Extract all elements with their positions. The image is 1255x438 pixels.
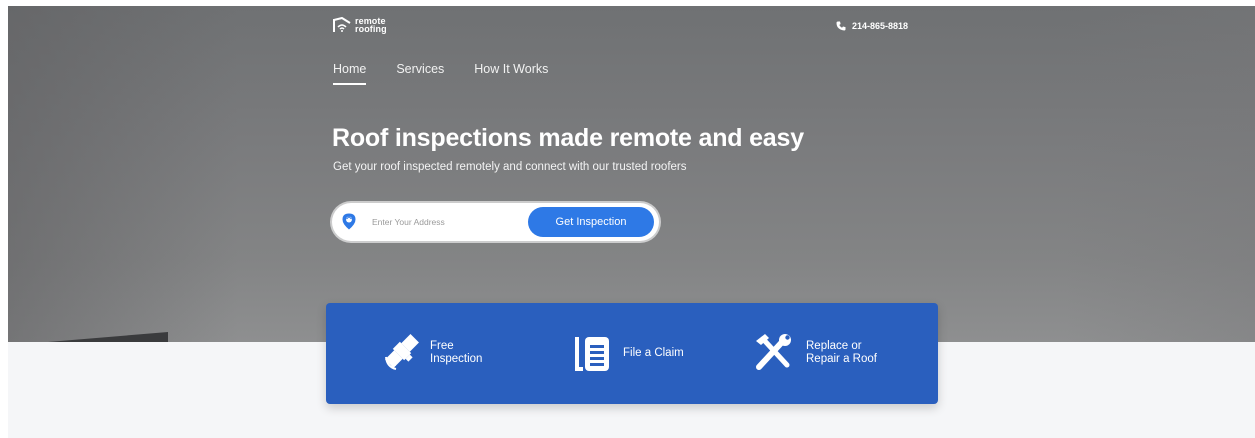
hero-shade-left xyxy=(8,6,238,342)
main-nav: Home Services How It Works xyxy=(333,62,548,85)
phone-number: 214-865-8818 xyxy=(852,21,909,31)
page-subtitle: Get your roof inspected remotely and con… xyxy=(333,161,687,173)
hero-shade-right xyxy=(1065,6,1255,342)
document-icon xyxy=(575,337,609,371)
phone-icon xyxy=(836,21,846,31)
address-search-bar: Get Inspection xyxy=(332,203,659,241)
satellite-icon xyxy=(385,334,419,370)
nav-item-how-it-works[interactable]: How It Works xyxy=(474,62,548,76)
features-bar: Free Inspection File a Claim Replace or … xyxy=(326,303,938,404)
feature-label-line-1: Replace or xyxy=(806,340,862,352)
page-title: Roof inspections made remote and easy xyxy=(332,124,804,152)
tools-icon xyxy=(756,334,791,370)
feature-label-line-2: Inspection xyxy=(430,353,483,365)
feature-label: File a Claim xyxy=(623,347,684,360)
location-pin-icon xyxy=(342,213,356,230)
feature-label: Replace or Repair a Roof xyxy=(806,340,877,366)
get-inspection-button[interactable]: Get Inspection xyxy=(528,207,654,237)
feature-label-line-1: File a Claim xyxy=(623,346,684,359)
feature-label-line-1: Free xyxy=(430,340,454,352)
feature-free-inspection[interactable]: Free Inspection xyxy=(380,331,482,375)
brand-line-2: roofing xyxy=(355,24,387,34)
address-input[interactable] xyxy=(372,214,512,230)
brand-name: remote roofing xyxy=(355,17,387,34)
nav-item-services[interactable]: Services xyxy=(396,62,444,76)
feature-replace-repair[interactable]: Replace or Repair a Roof xyxy=(753,331,877,375)
feature-file-claim[interactable]: File a Claim xyxy=(573,331,684,375)
house-wifi-icon xyxy=(333,17,351,32)
page: remote roofing 214-865-8818 Home Service… xyxy=(0,0,1255,438)
hero-section xyxy=(8,6,1255,342)
feature-label: Free Inspection xyxy=(430,340,482,366)
phone-contact[interactable]: 214-865-8818 xyxy=(836,21,908,31)
brand-logo[interactable]: remote roofing xyxy=(333,17,387,34)
feature-label-line-2: Repair a Roof xyxy=(806,353,877,365)
nav-item-home[interactable]: Home xyxy=(333,62,367,85)
